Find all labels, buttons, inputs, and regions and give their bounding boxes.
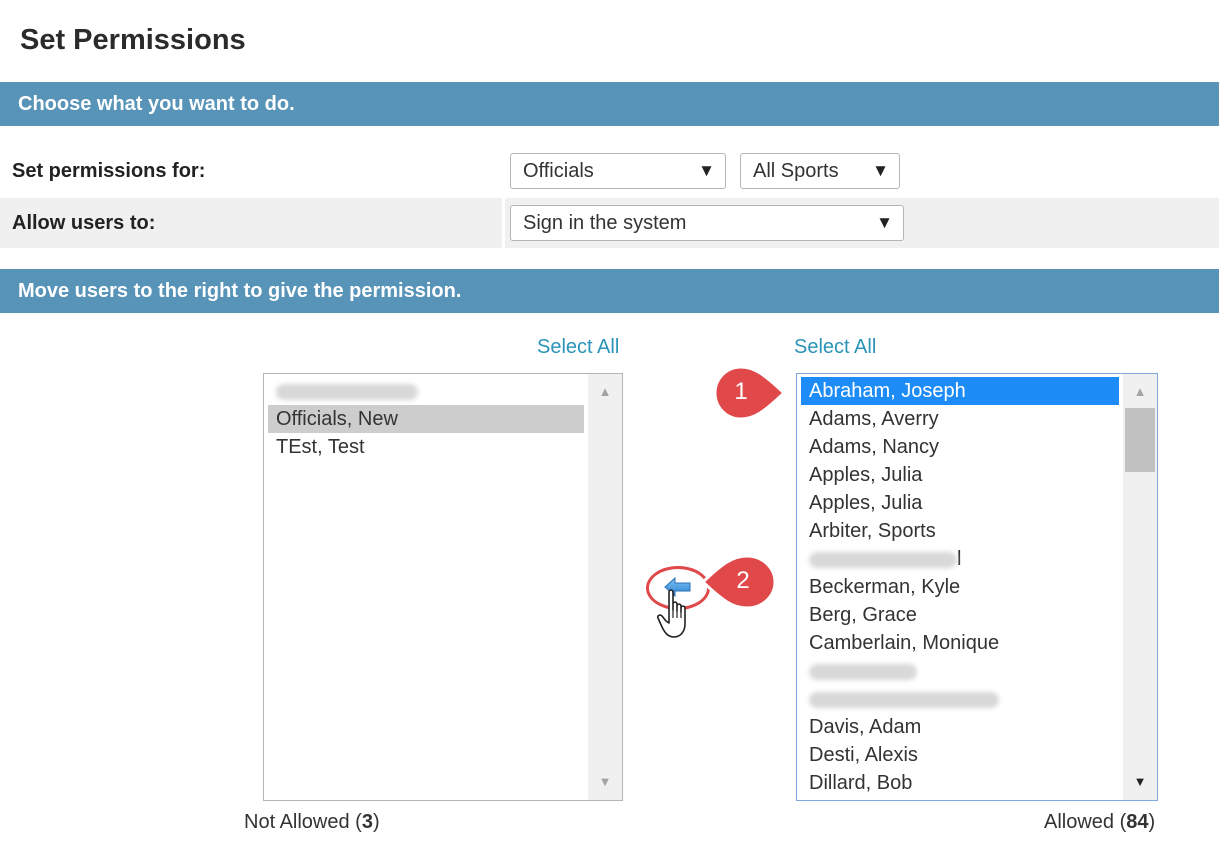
list-item[interactable]: Apples, Julia — [801, 461, 1119, 489]
list-item[interactable]: Berg, Grace — [801, 601, 1119, 629]
set-permissions-row: Set permissions for: Officials ▼ All Spo… — [0, 146, 1219, 196]
sport-select[interactable]: All Sports ▼ — [740, 153, 900, 189]
list-item[interactable]: l — [801, 545, 1119, 573]
list-item[interactable]: Adams, Averry — [801, 405, 1119, 433]
blurred-name — [809, 663, 917, 680]
action-select[interactable]: Sign in the system ▼ — [510, 205, 904, 241]
action-select-value: Sign in the system — [523, 212, 687, 234]
list-item[interactable]: Arbiter, Sports — [801, 517, 1119, 545]
scroll-thumb[interactable] — [1125, 408, 1155, 472]
select-all-allowed-link[interactable]: Select All — [794, 336, 876, 359]
list-item[interactable]: Beckerman, Kyle — [801, 573, 1119, 601]
scroll-down-icon[interactable]: ▼ — [588, 768, 622, 796]
allow-users-label: Allow users to: — [12, 212, 156, 234]
callout-1: 1 — [712, 364, 787, 427]
not-allowed-count: Not Allowed (3) — [244, 811, 380, 833]
chevron-down-icon: ▼ — [876, 213, 893, 232]
list-item[interactable]: Apples, Julia — [801, 489, 1119, 517]
chevron-down-icon: ▼ — [698, 161, 715, 180]
callout-1-number: 1 — [734, 378, 748, 405]
list-item[interactable]: Camberlain, Monique — [801, 629, 1119, 657]
allowed-count: Allowed (84) — [1044, 811, 1156, 833]
cell-divider — [502, 198, 505, 248]
callout-2-number: 2 — [736, 567, 750, 594]
allowed-items: Abraham, Joseph Adams, Averry Adams, Nan… — [797, 377, 1123, 797]
scroll-down-icon[interactable]: ▼ — [1123, 768, 1157, 796]
list-item[interactable]: Adams, Nancy — [801, 433, 1119, 461]
callout-2: 2 — [700, 553, 778, 616]
allow-users-row: Allow users to: Sign in the system ▼ — [0, 198, 1219, 248]
list-item[interactable]: Officials, New — [268, 405, 584, 433]
list-item[interactable]: Dillard, Bob — [801, 769, 1119, 797]
scrollbar[interactable]: ▲ ▼ — [588, 374, 622, 800]
scroll-up-icon[interactable]: ▲ — [588, 378, 622, 406]
section-header-move: Move users to the right to give the perm… — [0, 269, 1219, 313]
list-item[interactable]: TEst, Test — [268, 433, 584, 461]
blurred-name — [276, 383, 418, 400]
set-permissions-label: Set permissions for: — [12, 160, 206, 182]
not-allowed-items: Officials, New TEst, Test — [264, 377, 588, 461]
chevron-down-icon: ▼ — [872, 161, 889, 180]
blurred-name — [809, 551, 957, 568]
sport-select-value: All Sports — [753, 160, 839, 182]
list-item[interactable]: Davis, Adam — [801, 713, 1119, 741]
blurred-name — [809, 691, 999, 708]
section-header-choose: Choose what you want to do. — [0, 82, 1219, 126]
list-item[interactable] — [801, 685, 1119, 713]
visible-name-fragment: l — [957, 548, 962, 570]
allowed-listbox[interactable]: Abraham, Joseph Adams, Averry Adams, Nan… — [796, 373, 1158, 801]
hand-pointer-icon — [657, 589, 686, 638]
list-item[interactable]: Desti, Alexis — [801, 741, 1119, 769]
scrollbar[interactable]: ▲ ▼ — [1123, 374, 1157, 800]
role-select-value: Officials — [523, 160, 594, 182]
list-item[interactable] — [801, 657, 1119, 685]
select-all-not-allowed-link[interactable]: Select All — [537, 336, 619, 359]
list-item[interactable] — [268, 377, 584, 405]
role-select[interactable]: Officials ▼ — [510, 153, 726, 189]
page-title: Set Permissions — [20, 24, 246, 56]
scroll-up-icon[interactable]: ▲ — [1123, 378, 1157, 406]
list-item[interactable]: Abraham, Joseph — [801, 377, 1119, 405]
not-allowed-listbox[interactable]: Officials, New TEst, Test ▲ ▼ — [263, 373, 623, 801]
